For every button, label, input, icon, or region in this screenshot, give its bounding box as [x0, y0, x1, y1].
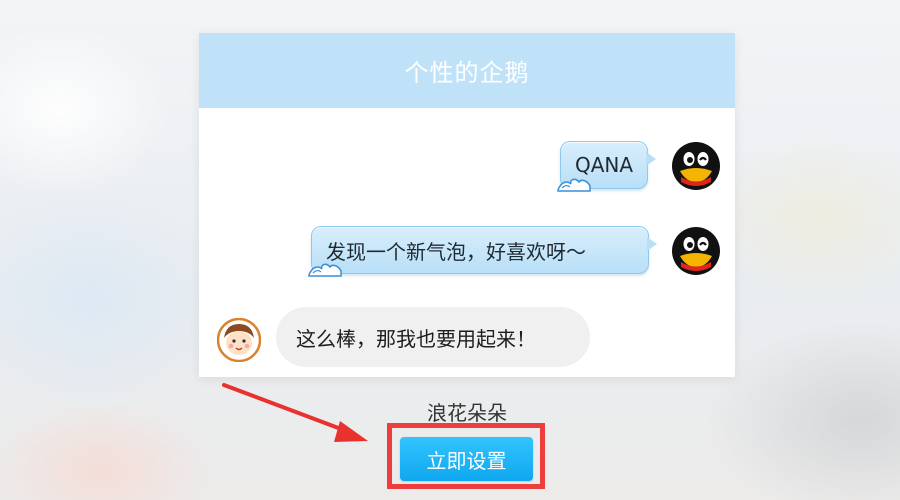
bubble-theme-name: 浪花朵朵 — [427, 401, 507, 425]
apply-now-button[interactable]: 立即设置 — [400, 437, 533, 481]
